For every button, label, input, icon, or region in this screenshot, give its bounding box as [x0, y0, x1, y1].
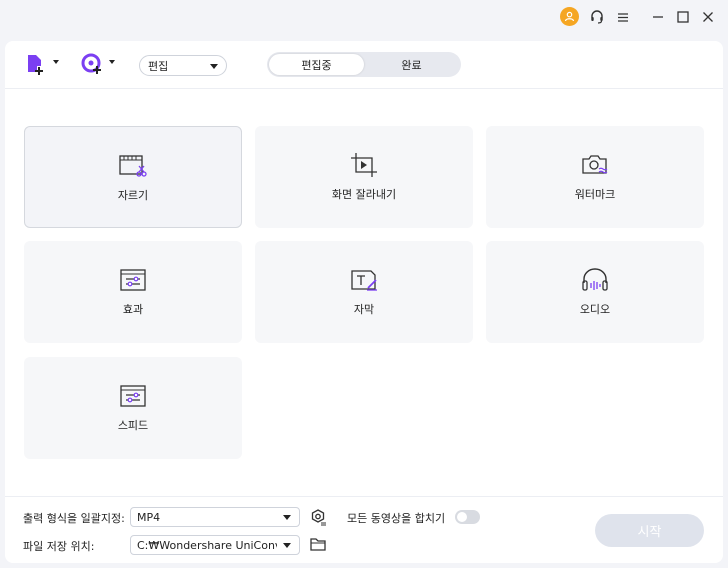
chevron-down-icon: [283, 543, 291, 548]
tile-speed[interactable]: 스피드: [24, 357, 242, 459]
add-media-icon: [81, 53, 105, 78]
save-location-select[interactable]: C:₩Wondershare UniConverte: [130, 535, 300, 555]
title-bar: [0, 0, 728, 34]
save-location-label: 파일 저장 위치:: [23, 540, 95, 553]
user-icon[interactable]: [560, 7, 579, 26]
add-media-button[interactable]: [81, 53, 115, 77]
minimize-icon[interactable]: [647, 6, 669, 28]
output-format-label: 출력 형식을 일괄지정:: [23, 512, 125, 525]
tile-crop[interactable]: 화면 잘라내기: [255, 126, 473, 228]
tile-label: 자막: [353, 303, 375, 316]
tab-editing[interactable]: 편집중: [269, 54, 364, 75]
chevron-down-icon: [210, 63, 218, 69]
tile-label: 오디오: [579, 303, 611, 316]
tile-subtitle[interactable]: 자막: [255, 241, 473, 343]
output-format-value: MP4: [137, 510, 161, 524]
tile-effect[interactable]: 효과: [24, 241, 242, 343]
tile-label: 자르기: [117, 189, 149, 202]
add-file-icon: [25, 53, 49, 78]
tile-label: 화면 잘라내기: [331, 188, 397, 201]
close-icon[interactable]: [697, 6, 719, 28]
toolbar: 편집 편집중 완료: [5, 41, 723, 89]
merge-label: 모든 동영상을 합치기: [347, 512, 446, 525]
add-file-button[interactable]: [25, 53, 59, 77]
chevron-down-icon: [283, 515, 291, 520]
folder-icon[interactable]: [309, 536, 327, 552]
save-location-value: C:₩Wondershare UniConverte: [137, 538, 277, 552]
support-icon[interactable]: [586, 6, 608, 28]
mode-select[interactable]: 편집: [139, 55, 227, 76]
chevron-down-icon: [109, 60, 115, 64]
audio-icon: [580, 267, 610, 293]
start-button[interactable]: 시작: [595, 514, 704, 547]
tile-trim[interactable]: 자르기: [24, 126, 242, 228]
tile-watermark[interactable]: 워터마크: [486, 126, 704, 228]
output-format-select[interactable]: MP4: [130, 507, 300, 527]
effect-icon: [118, 267, 148, 293]
crop-icon: [349, 152, 379, 178]
tile-label: 워터마크: [574, 188, 616, 201]
settings-icon[interactable]: [309, 508, 327, 526]
trim-icon: [118, 153, 148, 179]
tile-label: 효과: [122, 303, 144, 316]
chevron-down-icon: [53, 60, 59, 64]
speed-icon: [118, 383, 148, 409]
main-panel: 편집 편집중 완료 자르기 화면 잘라내기 워터마크 효과 자막 오디오 스피드…: [5, 41, 723, 563]
watermark-icon: [580, 152, 610, 178]
footer: 출력 형식을 일괄지정: MP4 모든 동영상을 합치기 파일 저장 위치: C…: [5, 496, 723, 563]
merge-toggle[interactable]: [455, 510, 480, 524]
tab-completed[interactable]: 완료: [364, 54, 459, 75]
mode-select-value: 편집: [148, 59, 169, 73]
subtitle-icon: [349, 267, 379, 293]
status-tabs: 편집중 완료: [267, 52, 461, 77]
menu-icon[interactable]: [612, 6, 634, 28]
tile-audio[interactable]: 오디오: [486, 241, 704, 343]
maximize-icon[interactable]: [672, 6, 694, 28]
tile-label: 스피드: [117, 419, 149, 432]
